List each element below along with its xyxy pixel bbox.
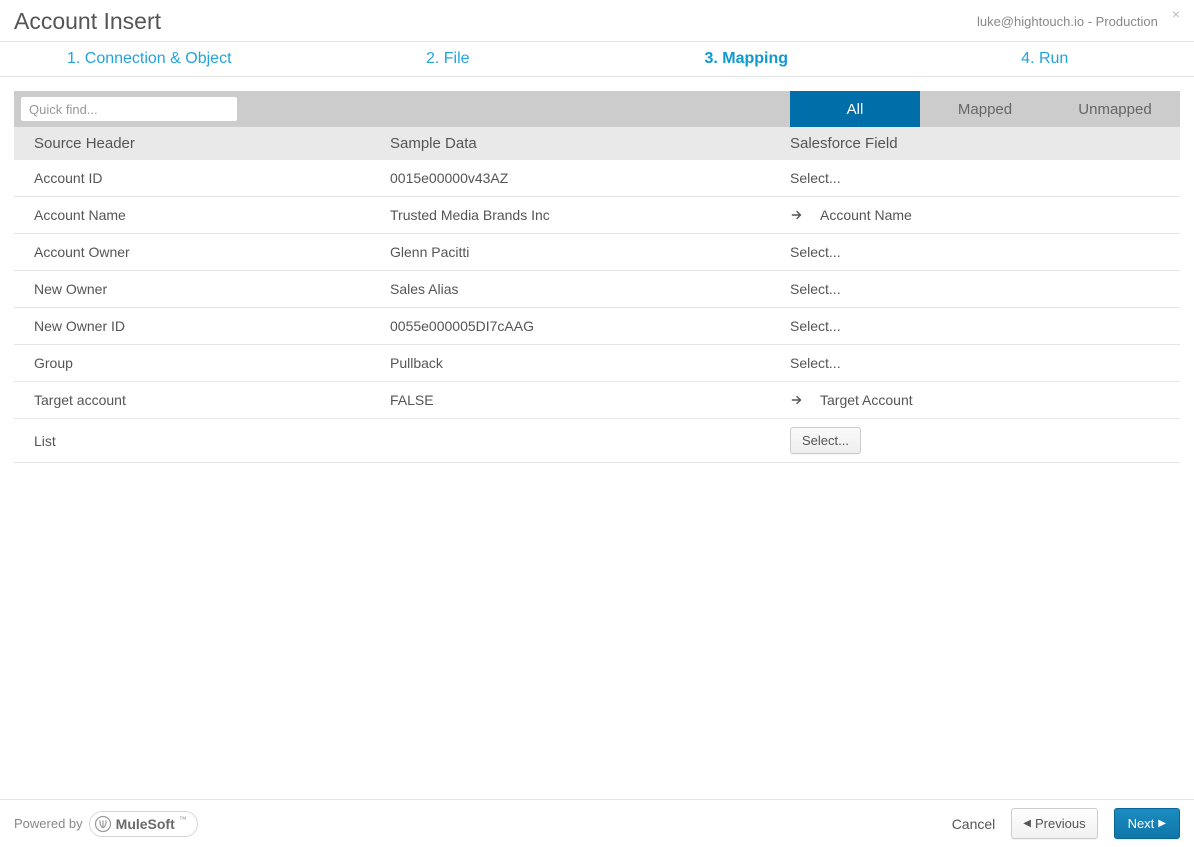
source-header-cell: Group (14, 355, 390, 371)
brand-label: MuleSoft (116, 816, 175, 832)
mapped-field-label: Target Account (820, 392, 913, 408)
page-title: Account Insert (14, 8, 161, 35)
sample-data-cell: Trusted Media Brands Inc (390, 207, 790, 223)
filter-tab-mapped[interactable]: Mapped (920, 91, 1050, 127)
source-header-cell: New Owner ID (14, 318, 390, 334)
quick-find-input[interactable] (20, 96, 238, 122)
select-link[interactable]: Select... (790, 170, 841, 186)
footer: Powered by MuleSoft ™ Cancel ◀ Previous N… (0, 799, 1194, 847)
column-header-row: Source Header Sample Data Salesforce Fie… (14, 127, 1180, 160)
source-header-cell: Account ID (14, 170, 390, 186)
salesforce-field-cell[interactable]: Select... (790, 244, 1180, 260)
previous-button[interactable]: ◀ Previous (1011, 808, 1097, 839)
previous-button-label: Previous (1035, 816, 1086, 831)
table-row: New OwnerSales AliasSelect... (14, 271, 1180, 308)
salesforce-field-cell[interactable]: Select... (790, 170, 1180, 186)
sample-data-cell: 0015e00000v43AZ (390, 170, 790, 186)
table-row: Account NameTrusted Media Brands IncAcco… (14, 197, 1180, 234)
powered-by-label: Powered by (14, 816, 83, 831)
wizard-step-run[interactable]: 4. Run (896, 42, 1194, 76)
cancel-button[interactable]: Cancel (952, 816, 996, 832)
next-button-label: Next (1128, 816, 1155, 831)
wizard-step-connection[interactable]: 1. Connection & Object (0, 42, 299, 76)
user-label: luke@hightouch.io - Production (977, 14, 1158, 29)
column-header-source: Source Header (14, 135, 390, 152)
table-row: Account ID0015e00000v43AZSelect... (14, 160, 1180, 197)
table-row: Target accountFALSE Target Account (14, 382, 1180, 419)
table-row: GroupPullbackSelect... (14, 345, 1180, 382)
toolbar: All Mapped Unmapped (14, 91, 1180, 127)
caret-left-icon: ◀ (1023, 818, 1031, 829)
wizard-steps: 1. Connection & Object 2. File 3. Mappin… (0, 41, 1194, 77)
source-header-cell: Target account (14, 392, 390, 408)
mapped-field-label: Account Name (820, 207, 912, 223)
next-button[interactable]: Next ▶ (1114, 808, 1180, 839)
salesforce-field-cell[interactable]: Target Account (790, 392, 1180, 408)
select-button[interactable]: Select... (790, 427, 861, 454)
select-link[interactable]: Select... (790, 355, 841, 371)
sample-data-cell: 0055e000005DI7cAAG (390, 318, 790, 334)
column-header-sample: Sample Data (390, 135, 790, 152)
source-header-cell: List (14, 433, 390, 449)
sample-data-cell: Sales Alias (390, 281, 790, 297)
select-link[interactable]: Select... (790, 244, 841, 260)
source-header-cell: Account Name (14, 207, 390, 223)
sample-data-cell: Pullback (390, 355, 790, 371)
trademark-icon: ™ (179, 815, 187, 824)
sample-data-cell: FALSE (390, 392, 790, 408)
arrow-right-icon (790, 393, 804, 407)
wizard-step-mapping[interactable]: 3. Mapping (597, 42, 896, 76)
salesforce-field-cell[interactable]: Select... (790, 427, 1180, 454)
select-link[interactable]: Select... (790, 318, 841, 334)
filter-tab-unmapped[interactable]: Unmapped (1050, 91, 1180, 127)
caret-right-icon: ▶ (1158, 818, 1166, 829)
table-row: Account OwnerGlenn PacittiSelect... (14, 234, 1180, 271)
column-header-sf: Salesforce Field (790, 135, 1180, 152)
wizard-step-file[interactable]: 2. File (299, 42, 598, 76)
salesforce-field-cell[interactable]: Select... (790, 281, 1180, 297)
table-row: List Select... (14, 419, 1180, 463)
filter-tab-all[interactable]: All (790, 91, 920, 127)
table-row: New Owner ID0055e000005DI7cAAGSelect... (14, 308, 1180, 345)
source-header-cell: Account Owner (14, 244, 390, 260)
salesforce-field-cell[interactable]: Select... (790, 355, 1180, 371)
sample-data-cell: Glenn Pacitti (390, 244, 790, 260)
select-link[interactable]: Select... (790, 281, 841, 297)
arrow-right-icon (790, 208, 804, 222)
mulesoft-badge: MuleSoft ™ (89, 811, 198, 837)
mulesoft-logo-icon (94, 815, 112, 833)
close-icon[interactable]: × (1172, 6, 1180, 22)
salesforce-field-cell[interactable]: Account Name (790, 207, 1180, 223)
source-header-cell: New Owner (14, 281, 390, 297)
salesforce-field-cell[interactable]: Select... (790, 318, 1180, 334)
